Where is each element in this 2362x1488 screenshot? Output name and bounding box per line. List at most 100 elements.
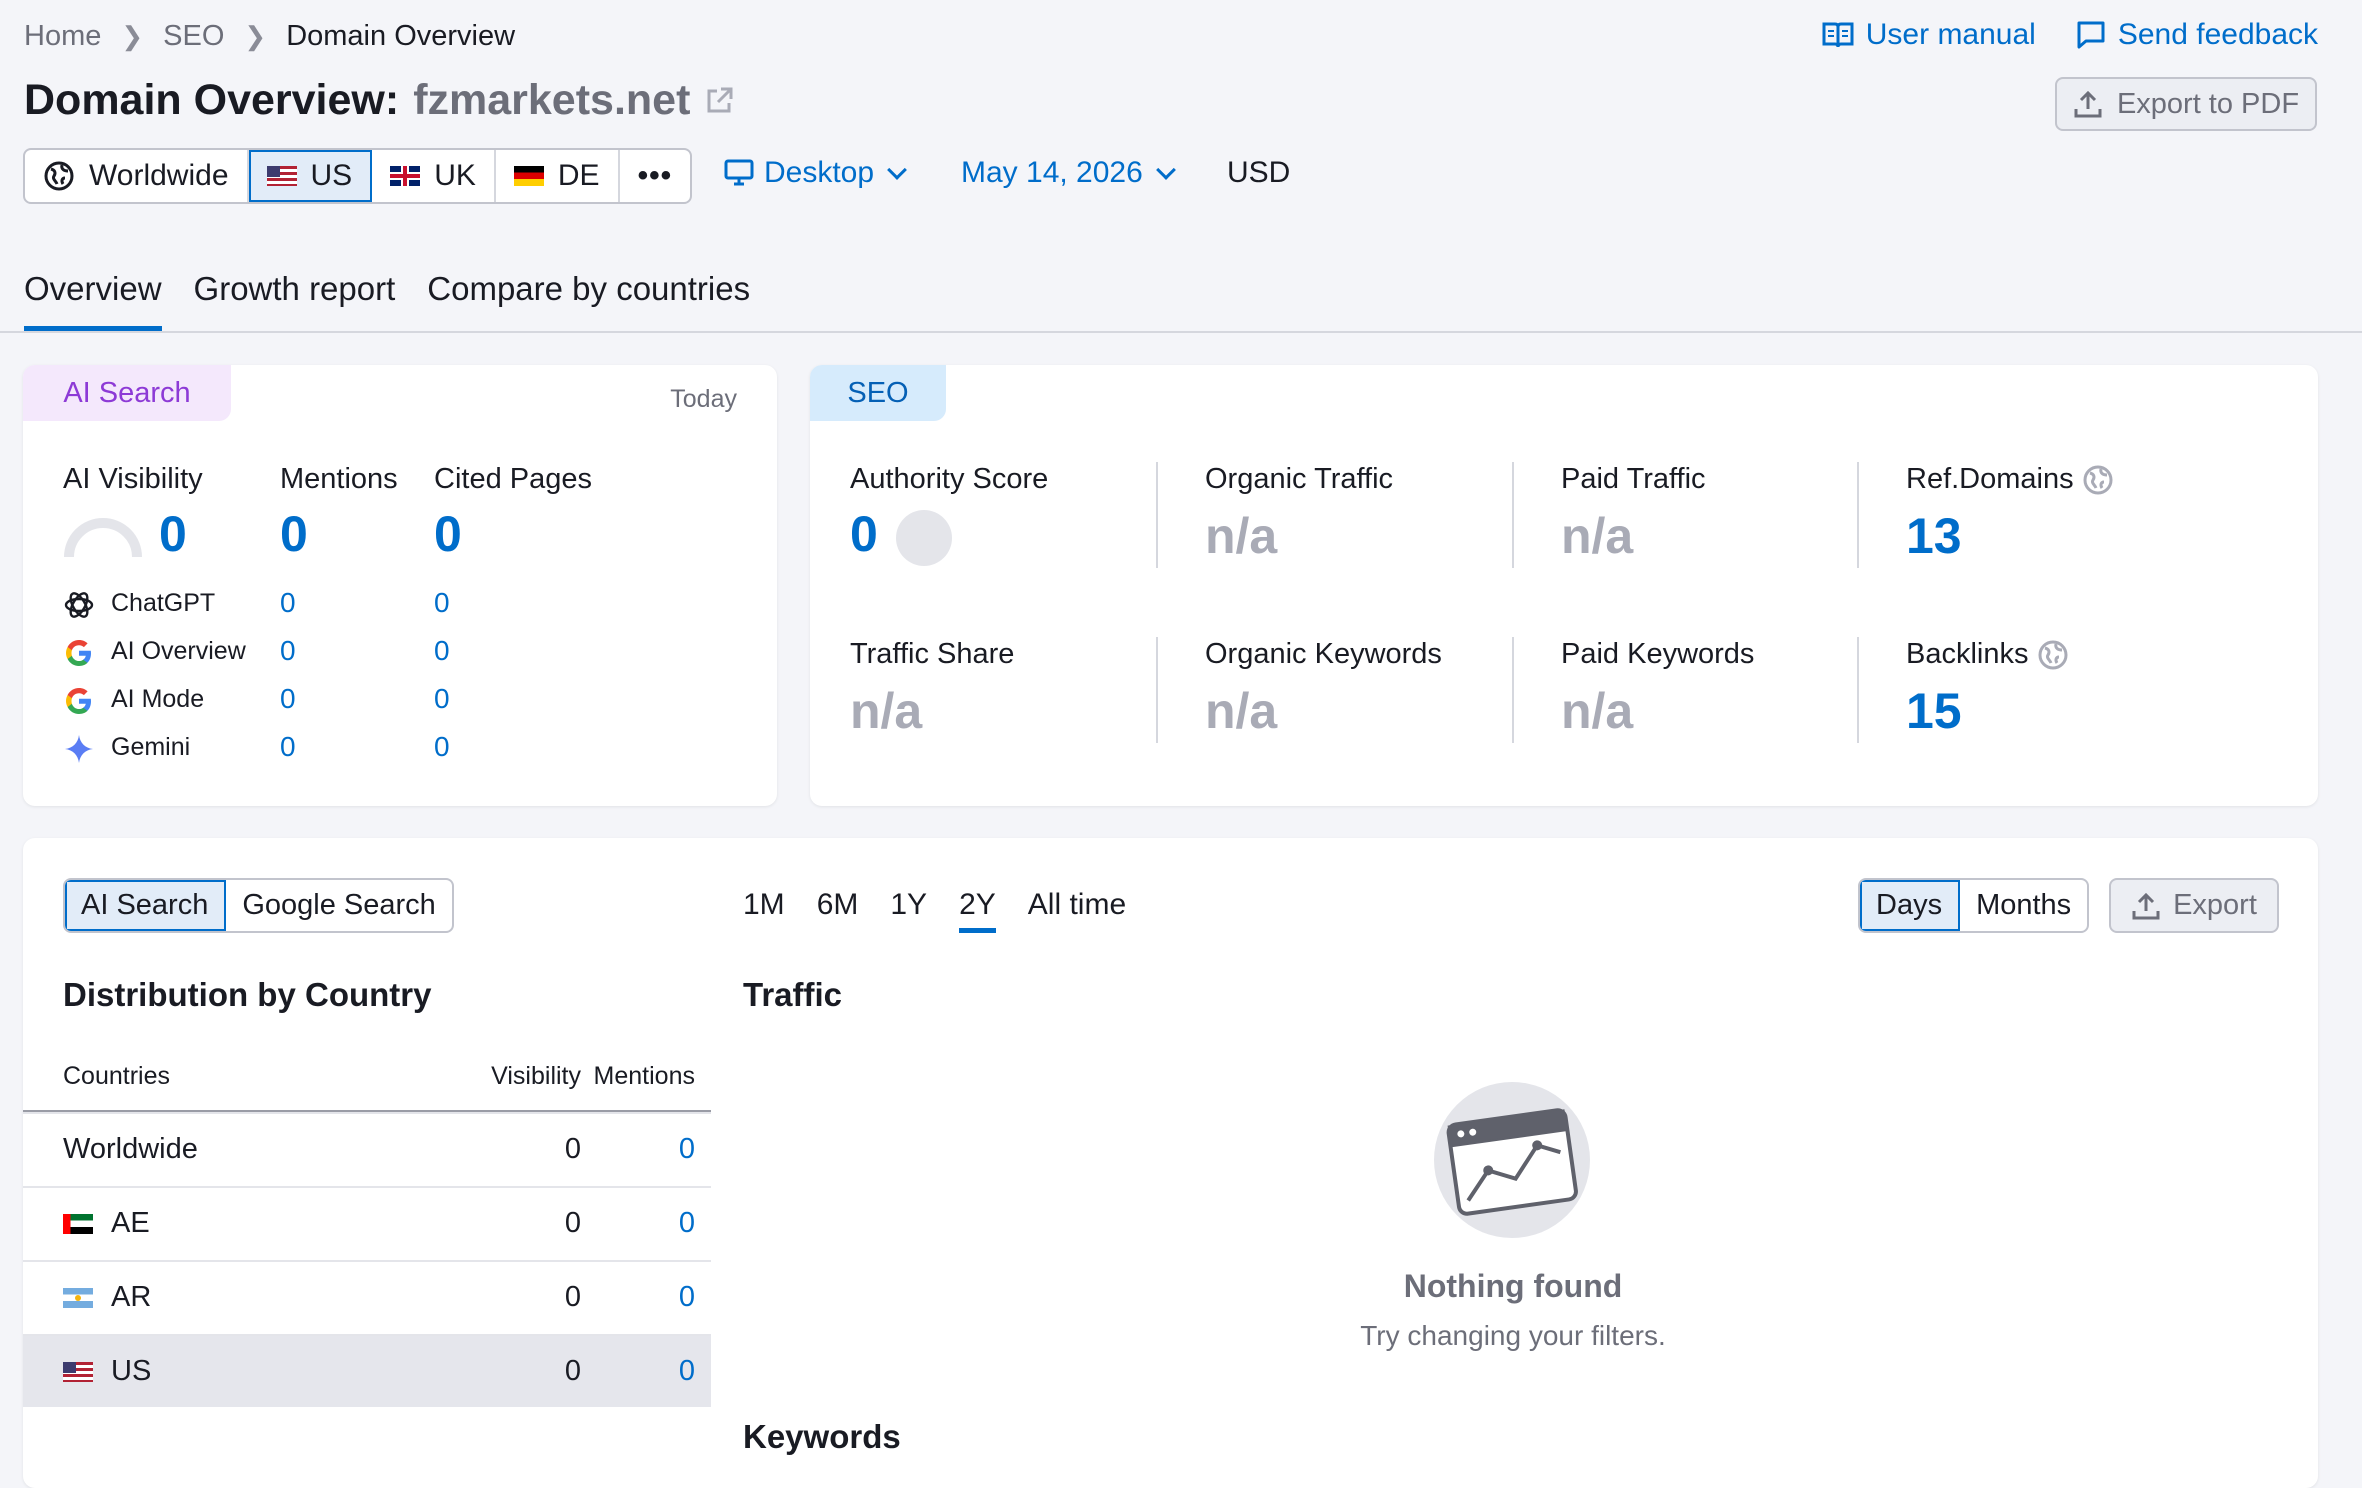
- toggle-days[interactable]: Days: [1860, 880, 1961, 931]
- globe-icon: [2083, 465, 2113, 494]
- google-icon: [66, 640, 91, 666]
- breadcrumb-seo[interactable]: SEO: [163, 20, 224, 53]
- ai-visibility-value[interactable]: 0: [159, 505, 187, 563]
- send-feedback-link[interactable]: Send feedback: [2076, 18, 2318, 52]
- row-country: US: [111, 1355, 152, 1387]
- export-pdf-button[interactable]: Export to PDF: [2055, 77, 2317, 131]
- external-link-icon[interactable]: [704, 86, 734, 116]
- more-dots-icon: •••: [637, 159, 673, 192]
- row-mentions[interactable]: 0: [593, 1133, 695, 1166]
- toggle-google-search[interactable]: Google Search: [226, 880, 451, 931]
- desktop-icon: [724, 159, 754, 186]
- toggle-months[interactable]: Months: [1960, 880, 2087, 931]
- book-icon: [1822, 22, 1854, 48]
- user-manual-link[interactable]: User manual: [1822, 18, 2036, 52]
- ai-platform-list: ChatGPT 0 0 AI Overview 0 0 AI Mode 0 0 …: [63, 585, 743, 777]
- platform-mentions[interactable]: 0: [280, 635, 296, 667]
- device-dropdown[interactable]: Desktop: [724, 156, 907, 190]
- us-flag-icon: [63, 1361, 93, 1382]
- divider: [1156, 637, 1158, 743]
- ref-domains-header: Ref.Domains: [1906, 463, 2114, 496]
- row-mentions[interactable]: 0: [593, 1355, 695, 1388]
- us-flag-icon: [266, 166, 297, 186]
- globe-icon: [44, 161, 74, 191]
- period-1y[interactable]: 1Y: [890, 888, 927, 933]
- period-6m[interactable]: 6M: [817, 888, 859, 933]
- ae-flag-icon: [63, 1213, 93, 1234]
- divider: [1857, 637, 1859, 743]
- tab-growth-report[interactable]: Growth report: [194, 270, 396, 331]
- toggle-ai-search[interactable]: AI Search: [65, 880, 227, 931]
- backlinks-value[interactable]: 15: [1906, 682, 1962, 740]
- platform-mentions[interactable]: 0: [280, 683, 296, 715]
- col-header-countries: Countries: [63, 1062, 170, 1090]
- upload-icon: [2132, 892, 2160, 919]
- database-selector: Worldwide US UK DE •••: [23, 148, 693, 204]
- globe-icon: [2038, 640, 2067, 669]
- platform-cited[interactable]: 0: [434, 587, 450, 619]
- divider: [1156, 462, 1158, 568]
- mentions-total[interactable]: 0: [280, 505, 308, 563]
- db-option-uk[interactable]: UK: [372, 150, 496, 202]
- page-title-prefix: Domain Overview:: [24, 76, 400, 124]
- platform-cited[interactable]: 0: [434, 683, 450, 715]
- authority-score-gauge: [896, 510, 952, 566]
- platform-mentions[interactable]: 0: [280, 587, 296, 619]
- ai-search-badge: AI Search: [23, 365, 231, 421]
- db-more-button[interactable]: •••: [620, 150, 691, 202]
- main-tabs: Overview Growth report Compare by countr…: [24, 270, 750, 331]
- empty-chart-illustration-icon: [1434, 1082, 1590, 1238]
- mentions-label: Mentions: [280, 463, 398, 495]
- traffic-title: Traffic: [743, 976, 843, 1013]
- db-label-us: US: [310, 159, 353, 192]
- export-label: Export: [2173, 889, 2257, 921]
- divider: [1512, 462, 1514, 568]
- export-pdf-label: Export to PDF: [2116, 87, 2300, 120]
- platform-mentions[interactable]: 0: [280, 731, 296, 763]
- row-mentions[interactable]: 0: [593, 1207, 695, 1240]
- platform-cited[interactable]: 0: [434, 731, 450, 763]
- page-title: Domain Overview: fzmarkets.net: [24, 76, 734, 125]
- table-row[interactable]: Worldwide 0 0: [23, 1112, 711, 1185]
- row-mentions[interactable]: 0: [593, 1281, 695, 1314]
- divider: [1857, 462, 1859, 568]
- db-option-us[interactable]: US: [248, 150, 373, 202]
- seo-badge: SEO: [810, 365, 946, 421]
- gemini-icon: [65, 735, 93, 763]
- table-row[interactable]: AR 0 0: [23, 1260, 711, 1333]
- platform-name: Gemini: [111, 733, 191, 761]
- db-option-de[interactable]: DE: [496, 150, 620, 202]
- period-1m[interactable]: 1M: [743, 888, 785, 933]
- cited-pages-total[interactable]: 0: [434, 505, 462, 563]
- ai-search-card: AI Search Today AI Visibility Mentions C…: [23, 365, 777, 806]
- row-visibility: 0: [564, 1355, 581, 1387]
- period-selector: 1M 6M 1Y 2Y All time: [743, 888, 1126, 933]
- user-manual-label: User manual: [1865, 18, 2036, 51]
- period-all-time[interactable]: All time: [1028, 888, 1126, 933]
- tab-compare-by-countries[interactable]: Compare by countries: [427, 270, 750, 331]
- ref-domains-value[interactable]: 13: [1906, 507, 1962, 565]
- col-header-visibility[interactable]: Visibility: [463, 1062, 581, 1091]
- export-button[interactable]: Export: [2109, 878, 2279, 933]
- tab-overview[interactable]: Overview: [24, 270, 162, 331]
- db-option-worldwide[interactable]: Worldwide: [25, 150, 249, 202]
- chevron-right-icon: ❯: [244, 21, 267, 51]
- row-visibility: 0: [564, 1207, 581, 1239]
- db-label-worldwide: Worldwide: [89, 159, 229, 192]
- uk-flag-icon: [390, 166, 421, 186]
- period-2y[interactable]: 2Y: [959, 888, 996, 933]
- row-country: Worldwide: [63, 1133, 198, 1165]
- platform-cited[interactable]: 0: [434, 635, 450, 667]
- row-country: AE: [111, 1207, 150, 1239]
- empty-state-subtitle: Try changing your filters.: [1360, 1320, 1666, 1351]
- date-dropdown[interactable]: May 14, 2026: [961, 156, 1176, 190]
- table-row[interactable]: AE 0 0: [23, 1186, 711, 1259]
- paid-traffic-value: n/a: [1561, 508, 1634, 564]
- col-header-mentions[interactable]: Mentions: [593, 1062, 695, 1091]
- breadcrumb-home[interactable]: Home: [24, 20, 101, 53]
- authority-score-value[interactable]: 0: [850, 505, 878, 563]
- table-row[interactable]: US 0 0: [23, 1334, 711, 1407]
- cited-pages-label: Cited Pages: [434, 463, 592, 495]
- trends-card: AI Search Google Search 1M 6M 1Y 2Y All …: [23, 838, 2318, 1488]
- ref-domains-label: Ref.Domains: [1906, 463, 2074, 495]
